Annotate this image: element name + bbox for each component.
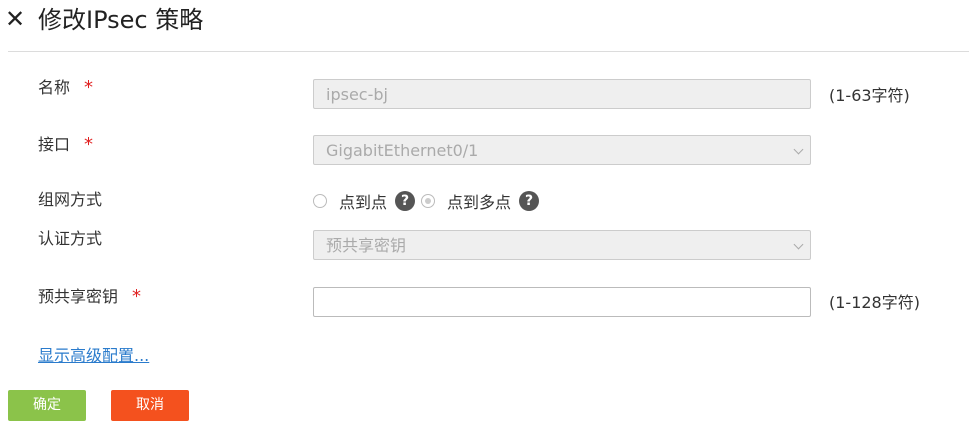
interface-select[interactable]: GigabitEthernet0/1 — [313, 135, 811, 165]
network-mode-radio-group: 点到点 ? 点到多点 ? — [313, 189, 540, 213]
page-title: 修改IPsec 策略 — [38, 6, 204, 34]
interface-label-text: 接口 — [38, 135, 71, 154]
psk-label-text: 预共享密钥 — [38, 287, 119, 306]
psk-input[interactable] — [313, 287, 811, 317]
radio-point-to-point[interactable] — [313, 194, 327, 208]
required-mark: * — [132, 286, 142, 307]
header-divider — [8, 51, 969, 52]
interface-label: 接口 * — [38, 135, 93, 155]
chevron-down-icon — [793, 239, 804, 250]
ok-button[interactable]: 确定 — [8, 390, 86, 421]
psk-hint: (1-128字符) — [829, 293, 920, 312]
show-advanced-link[interactable]: 显示高级配置... — [38, 342, 149, 366]
auth-method-select[interactable]: 预共享密钥 — [313, 230, 811, 260]
help-icon[interactable]: ? — [519, 191, 540, 211]
radio-point-to-multipoint-label: 点到多点 — [447, 193, 512, 212]
radio-point-to-point-label: 点到点 — [339, 193, 388, 212]
required-mark: * — [84, 77, 94, 98]
name-input[interactable]: ipsec-bj — [313, 79, 811, 109]
radio-point-to-multipoint[interactable] — [421, 194, 436, 208]
auth-method-label: 认证方式 — [38, 229, 103, 248]
psk-label: 预共享密钥 * — [38, 287, 141, 307]
help-icon[interactable]: ? — [395, 191, 416, 211]
close-icon[interactable]: ✕ — [5, 4, 25, 34]
network-mode-label: 组网方式 — [38, 190, 103, 209]
dialog-header: ✕ 修改IPsec 策略 — [0, 0, 969, 52]
interface-select-value: GigabitEthernet0/1 — [326, 141, 479, 160]
name-label-text: 名称 — [38, 78, 71, 97]
required-mark: * — [84, 134, 94, 155]
chevron-down-icon — [793, 144, 804, 155]
name-label: 名称 * — [38, 78, 93, 98]
auth-method-select-value: 预共享密钥 — [326, 236, 407, 255]
name-hint: (1-63字符) — [829, 86, 910, 105]
cancel-button[interactable]: 取消 — [111, 390, 189, 421]
